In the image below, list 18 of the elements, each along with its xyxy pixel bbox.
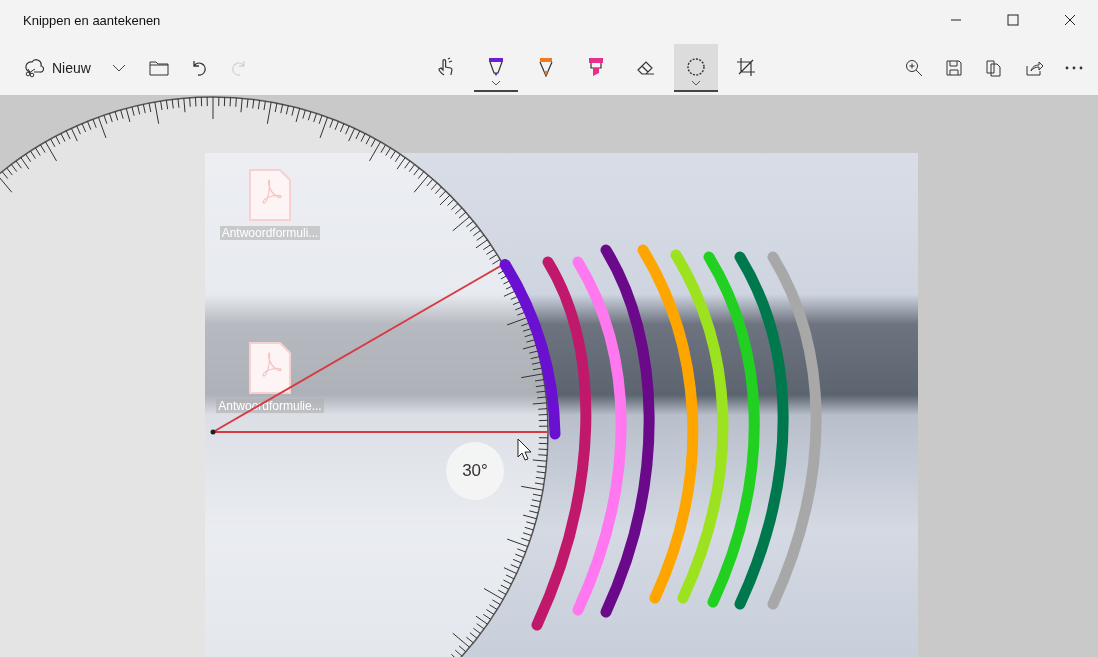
dashed-circle-icon	[686, 56, 707, 77]
pen-icon	[487, 56, 506, 77]
cursor-icon	[517, 438, 532, 461]
maximize-icon	[1006, 14, 1019, 26]
pdf-file-icon	[248, 168, 292, 222]
close-icon	[1063, 14, 1076, 26]
pdf-file-icon	[248, 341, 292, 395]
new-snip-button[interactable]: Nieuw	[14, 43, 97, 92]
chevron-down-icon	[691, 79, 702, 86]
chevron-down-icon	[491, 79, 502, 86]
protractor-button[interactable]	[674, 43, 719, 92]
zoom-in-icon	[905, 58, 923, 77]
snip-icon	[24, 57, 44, 78]
copy-icon	[985, 58, 1003, 77]
highlighter-icon	[587, 56, 606, 77]
window-title: Knippen en aantekenen	[23, 12, 161, 28]
crop-icon	[736, 56, 757, 77]
more-icon	[1064, 64, 1084, 71]
